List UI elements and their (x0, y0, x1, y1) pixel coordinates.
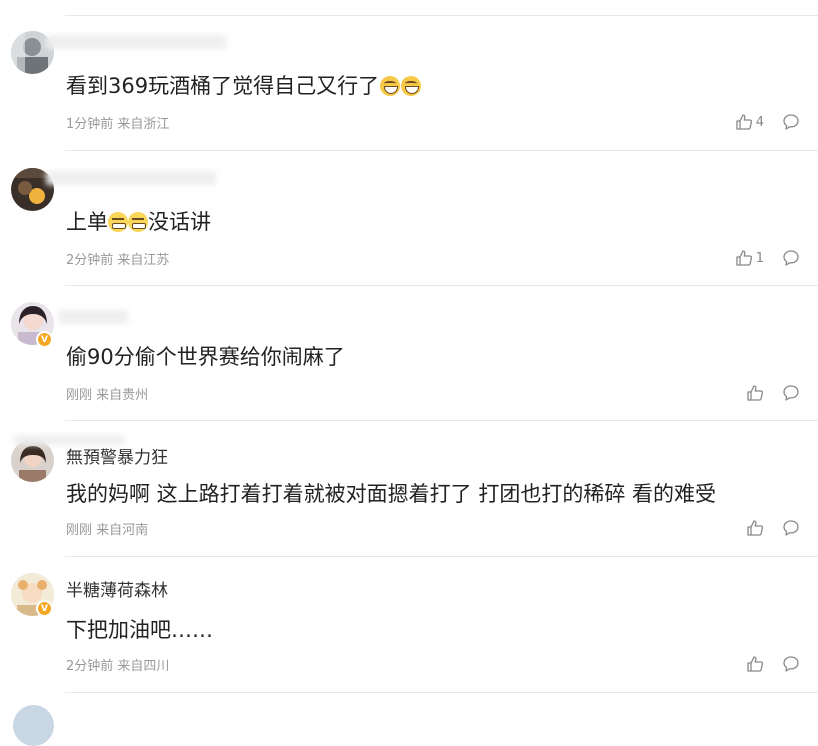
comment-time: 2分钟前 (66, 253, 114, 268)
comment-item: 無預警暴力狂 我的妈啊 这上路打着打着就被对面摁着打了 打团也打的稀碎 看的难受… (0, 421, 818, 557)
username-redaction (46, 171, 216, 185)
comment-text: 没话讲 (148, 210, 211, 234)
comment-item: 上单 没话讲 2分钟前 来自江苏 1 (0, 151, 818, 286)
username-redaction (46, 35, 226, 49)
like-button[interactable]: 1 (735, 249, 764, 267)
username[interactable]: 半糖薄荷森林 (66, 576, 168, 601)
verified-badge-icon: V (36, 600, 53, 617)
comment-bubble-icon[interactable] (782, 249, 800, 267)
username-redaction (14, 435, 124, 445)
comment-time: 刚刚 (66, 388, 93, 403)
comment-item: 看到369玩酒桶了觉得自己又行了 1分钟前 来自浙江 4 (0, 16, 818, 151)
like-button[interactable] (746, 655, 764, 673)
comment-time: 2分钟前 (66, 659, 114, 674)
comment-bubble-icon[interactable] (782, 655, 800, 673)
grinning-emoji-icon (108, 212, 128, 232)
comment-actions: 4 (735, 112, 800, 132)
avatar-image (11, 439, 54, 482)
comment-content: 看到369玩酒桶了觉得自己又行了 (66, 70, 422, 100)
laughing-emoji-icon (401, 76, 422, 96)
comment-actions (746, 654, 800, 674)
comment-text: 偷90分偷个世界赛给你闹麻了 (66, 345, 345, 369)
comment-time: 刚刚 (66, 523, 93, 538)
comment-location: 来自贵州 (96, 388, 149, 403)
avatar[interactable] (13, 705, 54, 746)
comment-item: V 偷90分偷个世界赛给你闹麻了 刚刚 来自贵州 (0, 286, 818, 421)
comment-meta: 2分钟前 来自江苏 (66, 249, 169, 268)
like-button[interactable]: 4 (735, 113, 764, 131)
comment-bubble-icon[interactable] (782, 519, 800, 537)
like-count: 4 (755, 114, 764, 130)
comment-actions: 1 (735, 248, 800, 268)
username[interactable]: 無預警暴力狂 (66, 443, 168, 468)
thumbs-up-icon (747, 656, 764, 672)
comment-content: 下把加油吧…… (66, 614, 213, 644)
comment-actions (746, 518, 800, 538)
comment-content: 上单 没话讲 (66, 206, 211, 236)
avatar[interactable] (11, 439, 54, 482)
comment-bubble-icon[interactable] (782, 113, 800, 131)
comment-content: 偷90分偷个世界赛给你闹麻了 (66, 341, 345, 371)
comment-meta: 刚刚 来自河南 (66, 519, 148, 538)
comment-text: 我的妈啊 这上路打着打着就被对面摁着打了 打团也打的稀碎 看的难受 (66, 482, 717, 506)
thumbs-up-icon (736, 114, 752, 130)
comment-text: 上单 (66, 210, 108, 234)
comment-meta: 2分钟前 来自四川 (66, 655, 169, 674)
comment-content: 我的妈啊 这上路打着打着就被对面摁着打了 打团也打的稀碎 看的难受 (66, 478, 716, 508)
comment-meta: 刚刚 来自贵州 (66, 384, 148, 403)
thumbs-up-icon (736, 250, 752, 266)
like-button[interactable] (746, 384, 764, 402)
comment-time: 1分钟前 (66, 117, 114, 132)
comment-divider (65, 692, 818, 693)
comment-item: V 半糖薄荷森林 下把加油吧…… 2分钟前 来自四川 (0, 557, 818, 693)
comment-meta: 1分钟前 来自浙江 (66, 113, 169, 132)
like-count: 1 (755, 250, 764, 266)
thumbs-up-icon (747, 520, 764, 536)
thumbs-up-icon (747, 385, 764, 401)
grinning-emoji-icon (128, 212, 148, 232)
verified-badge-icon: V (36, 331, 53, 348)
comment-location: 来自河南 (96, 523, 149, 538)
comment-actions (746, 383, 800, 403)
comment-location: 来自四川 (117, 659, 170, 674)
laughing-emoji-icon (380, 76, 401, 96)
comment-bubble-icon[interactable] (782, 384, 800, 402)
comment-text: 下把加油吧…… (66, 618, 213, 642)
comment-location: 来自浙江 (117, 117, 170, 132)
comment-location: 来自江苏 (117, 253, 170, 268)
username-redaction (58, 310, 128, 324)
like-button[interactable] (746, 519, 764, 537)
comment-text: 看到369玩酒桶了觉得自己又行了 (66, 74, 380, 98)
